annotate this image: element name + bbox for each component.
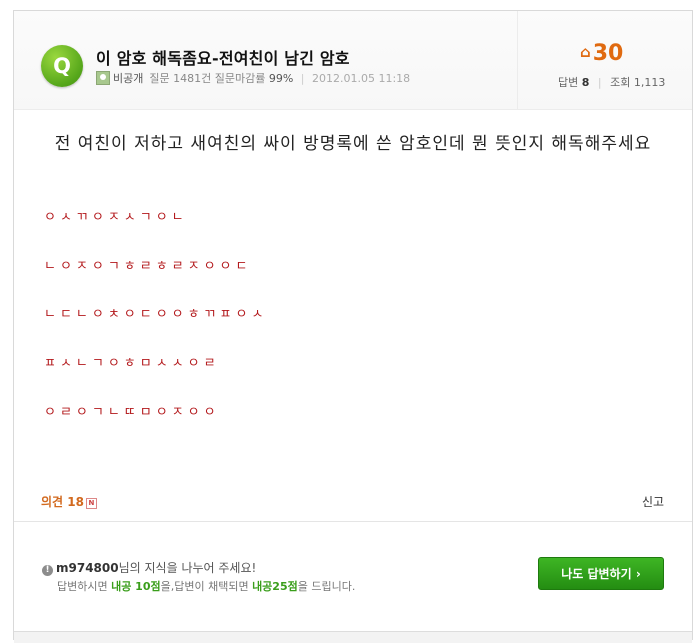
username: m974800: [56, 561, 119, 575]
cipher-line: ㅍㅅㄴㄱㅇㅎㅁㅅㅅㅇㄹ: [44, 356, 220, 371]
cipher-line: ㅇㄹㅇㄱㄴㄸㅁㅇㅈㅇㅇ: [44, 405, 220, 420]
reward-text: 을,답변이 채택되면: [160, 580, 253, 593]
reward-points-selected: 내공25점: [252, 580, 298, 593]
stats-panel: ⌂30 답변 8 | 조회 1,113: [517, 11, 693, 109]
report-link[interactable]: 신고: [642, 493, 664, 510]
views-count: 1,113: [633, 76, 666, 89]
counts: 답변 8 | 조회 1,113: [558, 74, 665, 90]
reward-points-answer: 내공 10점: [111, 580, 161, 593]
divider: |: [597, 76, 602, 89]
question-badge-icon: Q: [41, 45, 83, 87]
opinions-link[interactable]: 의견 18 N: [41, 493, 97, 510]
question-meta: 비공개 질문 1481건 질문마감률 99% | 2012.01.05 11:18: [96, 70, 410, 86]
opinions-count: 18: [67, 495, 84, 509]
points-value: 30: [592, 41, 624, 66]
answer-prompt: ! m974800님의 지식을 나누어 주세요! 답변하시면 내공 10점을,답변…: [14, 531, 692, 631]
share-text: 님의 지식을 나누어 주세요!: [118, 561, 257, 575]
post-date: 2012.01.05 11:18: [312, 72, 411, 85]
user-icon: [96, 71, 110, 85]
divider: [14, 521, 692, 522]
cipher-line: ㄴㅇㅈㅇㄱㅎㄹㅎㄹㅈㅇㅇㄷ: [44, 259, 252, 274]
cipher-line: ㄴㄷㄴㅇㅊㅇㄷㅇㅇㅎㄲㅍㅇㅅ: [44, 307, 268, 322]
reward-text: 답변하시면: [57, 580, 112, 593]
question-title[interactable]: 이 암호 해독좀요-전여친이 남긴 암호: [96, 45, 350, 69]
divider: |: [300, 72, 305, 85]
reward-icon: ⌂: [580, 43, 591, 61]
share-prompt: ! m974800님의 지식을 나누어 주세요!: [42, 559, 256, 576]
reward-info: 답변하시면 내공 10점을,답변이 채택되면 내공25점을 드립니다.: [57, 578, 355, 594]
close-rate: 99%: [268, 72, 294, 85]
opinions-label: 의견: [41, 495, 64, 509]
info-icon: !: [42, 565, 53, 576]
answers-count: 8: [581, 76, 590, 89]
cipher-line: ㅇㅅㄲㅇㅈㅅㄱㅇㄴ: [44, 210, 188, 225]
question-text: 전 여친이 저하고 새여친의 싸이 방명록에 쓴 암호인데 뭔 뜻인지 해독해주…: [54, 134, 652, 154]
question-header: Q 이 암호 해독좀요-전여친이 남긴 암호 비공개 질문 1481건 질문마감률…: [14, 11, 692, 110]
views-label: 조회: [610, 76, 631, 89]
new-badge: N: [85, 498, 97, 509]
reward-points: ⌂30: [580, 41, 623, 66]
bottom-bar: [14, 631, 692, 643]
question-card: Q 이 암호 해독좀요-전여친이 남긴 암호 비공개 질문 1481건 질문마감률…: [13, 10, 693, 643]
author-name[interactable]: 비공개: [113, 72, 143, 85]
answers-label: 답변: [558, 76, 579, 89]
question-stats: 질문 1481건 질문마감률: [149, 72, 266, 85]
reward-text: 을 드립니다.: [297, 580, 356, 593]
answer-button[interactable]: 나도 답변하기 ›: [538, 557, 664, 590]
